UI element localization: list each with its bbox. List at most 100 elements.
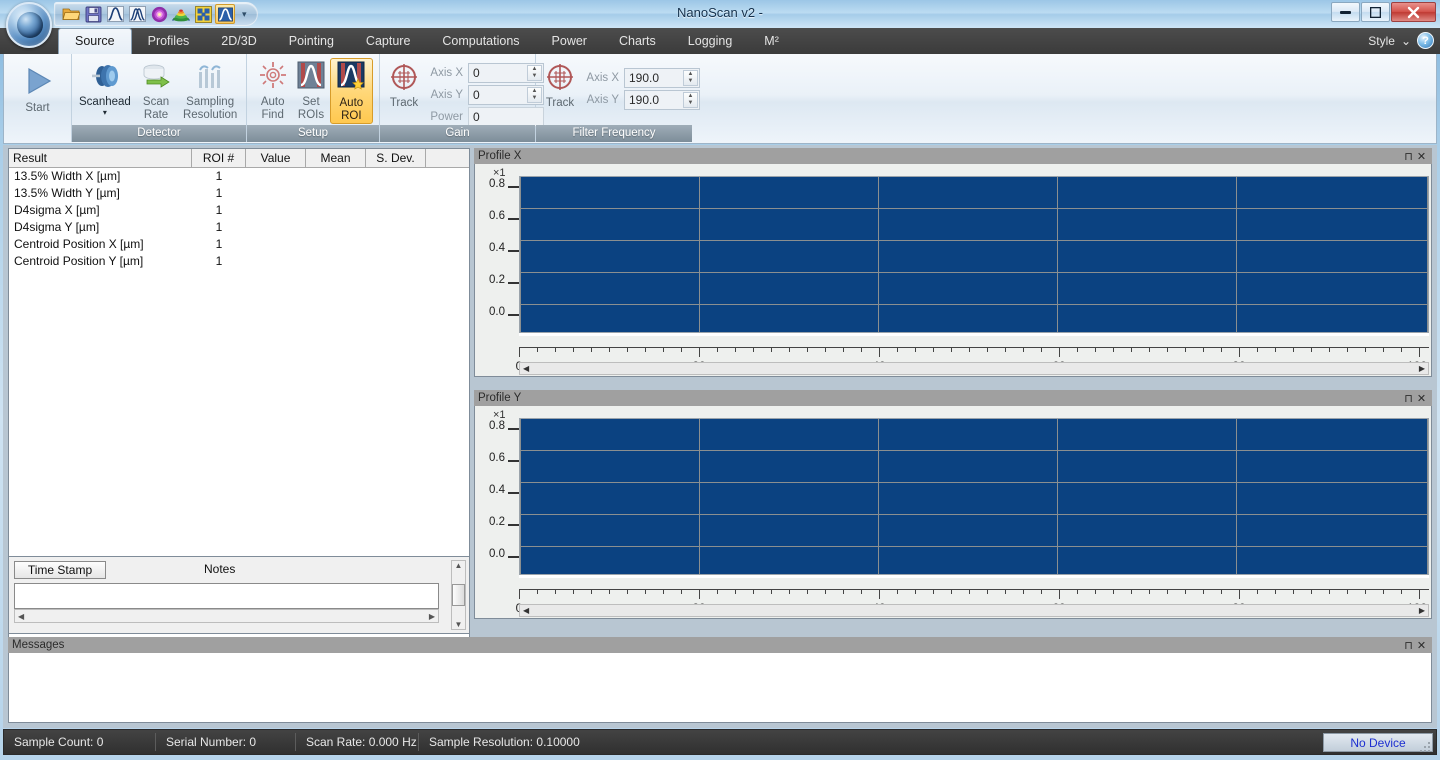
- notes-horizontal-scrollbar[interactable]: ◀ ▶: [14, 609, 439, 623]
- tab-profiles[interactable]: Profiles: [132, 28, 206, 54]
- auto-find-button[interactable]: Auto Find: [253, 58, 292, 122]
- close-icon[interactable]: ✕: [1415, 639, 1428, 652]
- profile-selected-icon[interactable]: [215, 4, 235, 24]
- auto-roi-button[interactable]: Auto ROI: [329, 58, 373, 124]
- col-sdev[interactable]: S. Dev.: [366, 149, 426, 168]
- results-rows: 13.5% Width X [µm] 1 13.5% Width Y [µm] …: [9, 168, 469, 270]
- profile-y-horizontal-scrollbar[interactable]: ◀ ▶: [519, 604, 1429, 617]
- save-floppy-icon[interactable]: [83, 4, 103, 24]
- table-row[interactable]: 13.5% Width Y [µm] 1: [9, 185, 469, 202]
- start-button[interactable]: Start: [10, 58, 65, 115]
- scroll-left-icon[interactable]: ◀: [520, 364, 532, 373]
- messages-content[interactable]: [8, 653, 1432, 723]
- filter-axis-y-input[interactable]: 190.0 ▲ ▼: [624, 90, 700, 110]
- close-button[interactable]: [1391, 2, 1436, 22]
- y-tick-label: 0.6: [489, 210, 505, 222]
- y-tick-label: 0.0: [489, 548, 505, 560]
- roi-grid-icon[interactable]: [193, 4, 213, 24]
- filter-axis-x-input[interactable]: 190.0 ▲ ▼: [624, 68, 700, 88]
- profile-y-header: Profile Y ⊓ ✕: [474, 390, 1432, 406]
- cell-value: [246, 185, 306, 202]
- status-bar: Sample Count: 0 Serial Number: 0 Scan Ra…: [3, 729, 1437, 755]
- col-roi[interactable]: ROI #: [192, 149, 246, 168]
- col-mean[interactable]: Mean: [306, 149, 366, 168]
- gain-fields: Axis X 0 ▲ ▼ Axis Y 0 ▲ ▼ Power 0: [422, 58, 544, 127]
- table-row[interactable]: Centroid Position Y [µm] 1: [9, 253, 469, 270]
- help-icon[interactable]: ?: [1417, 32, 1434, 49]
- cell-mean: [306, 185, 366, 202]
- quick-access-toolbar: ▾: [54, 2, 258, 26]
- dual-profile-icon[interactable]: [127, 4, 147, 24]
- profile-curve-icon[interactable]: [105, 4, 125, 24]
- table-row[interactable]: D4sigma Y [µm] 1: [9, 219, 469, 236]
- maximize-button[interactable]: [1361, 2, 1390, 22]
- pin-icon[interactable]: ⊓: [1402, 639, 1415, 652]
- scroll-left-icon[interactable]: ◀: [15, 612, 27, 621]
- tab-capture[interactable]: Capture: [350, 28, 426, 54]
- set-rois-button[interactable]: Set ROIs: [292, 58, 329, 122]
- application-orb-button[interactable]: [6, 2, 52, 48]
- surface-3d-icon[interactable]: [171, 4, 191, 24]
- scan-rate-button[interactable]: Scan Rate: [132, 58, 180, 122]
- tab-charts[interactable]: Charts: [603, 28, 672, 54]
- scroll-up-icon[interactable]: ▲: [455, 561, 463, 570]
- filter-axis-y-row: Axis Y 190.0 ▲ ▼: [578, 90, 700, 110]
- scroll-thumb[interactable]: [452, 584, 465, 606]
- col-result[interactable]: Result: [9, 149, 192, 168]
- table-row[interactable]: D4sigma X [µm] 1: [9, 202, 469, 219]
- scroll-right-icon[interactable]: ▶: [1416, 364, 1428, 373]
- notes-input[interactable]: [14, 583, 439, 609]
- tab-logging[interactable]: Logging: [672, 28, 749, 54]
- filter-track-button[interactable]: Track: [542, 58, 578, 110]
- pin-icon[interactable]: ⊓: [1402, 150, 1415, 163]
- profile-x-plot[interactable]: ×1 0.8 0.6 0.4 0.2 0.0 ◀ ▶: [474, 164, 1432, 377]
- profile-y-plot[interactable]: ×1 0.8 0.6 0.4 0.2 0.0 ◀ ▶: [474, 406, 1432, 619]
- tab-source[interactable]: Source: [58, 28, 132, 54]
- scroll-right-icon[interactable]: ▶: [1416, 606, 1428, 615]
- profile-x-horizontal-scrollbar[interactable]: ◀ ▶: [519, 362, 1429, 375]
- filter-axis-x-label: Axis X: [586, 72, 619, 84]
- messages-panel: Messages ⊓ ✕: [8, 637, 1432, 723]
- cell-roi: 1: [215, 254, 223, 268]
- scanhead-icon: [88, 60, 122, 94]
- cell-mean: [306, 253, 366, 270]
- beam-target-icon[interactable]: [149, 4, 169, 24]
- close-icon[interactable]: ✕: [1415, 392, 1428, 405]
- status-serial-number: Serial Number: 0: [156, 733, 296, 751]
- tab-m2[interactable]: M²: [748, 28, 795, 54]
- gain-track-button[interactable]: Track: [386, 58, 422, 110]
- scroll-down-icon[interactable]: ▼: [455, 620, 463, 629]
- sampling-resolution-button[interactable]: Sampling Resolution: [180, 58, 240, 122]
- table-row[interactable]: 13.5% Width X [µm] 1: [9, 168, 469, 185]
- tab-computations[interactable]: Computations: [426, 28, 535, 54]
- set-rois-label: Set ROIs: [297, 96, 325, 121]
- time-stamp-button[interactable]: Time Stamp: [14, 561, 106, 579]
- gain-axis-y-input[interactable]: 0 ▲ ▼: [468, 85, 544, 105]
- scan-rate-icon: [139, 60, 173, 94]
- pin-icon[interactable]: ⊓: [1402, 392, 1415, 405]
- close-icon[interactable]: ✕: [1415, 150, 1428, 163]
- col-value[interactable]: Value: [246, 149, 306, 168]
- qat-overflow-icon[interactable]: ▾: [242, 9, 252, 20]
- gain-power-row: Power 0: [422, 107, 544, 127]
- tab-power[interactable]: Power: [536, 28, 603, 54]
- chevron-down-icon[interactable]: ▾: [103, 109, 107, 117]
- minimize-button[interactable]: [1331, 2, 1360, 22]
- sampling-resolution-icon: [193, 60, 227, 94]
- status-badge: No Device: [1323, 733, 1433, 752]
- chevron-down-icon[interactable]: ⌄: [1401, 34, 1411, 48]
- resize-grip-icon[interactable]: [1418, 740, 1430, 752]
- gain-power-value: 0: [468, 107, 544, 127]
- gain-axis-x-input[interactable]: 0 ▲ ▼: [468, 63, 544, 83]
- table-row[interactable]: Centroid Position X [µm] 1: [9, 236, 469, 253]
- open-folder-icon[interactable]: [61, 4, 81, 24]
- style-label[interactable]: Style: [1368, 34, 1395, 48]
- scanhead-button[interactable]: Scanhead ▾: [78, 58, 132, 117]
- notes-vertical-scrollbar[interactable]: ▲ ▼: [451, 560, 466, 630]
- scroll-left-icon[interactable]: ◀: [520, 606, 532, 615]
- tab-pointing[interactable]: Pointing: [273, 28, 350, 54]
- tab-2d3d[interactable]: 2D/3D: [205, 28, 272, 54]
- detector-group-title: Detector: [72, 125, 246, 142]
- scroll-right-icon[interactable]: ▶: [426, 612, 438, 621]
- cell-sdev: [366, 236, 426, 253]
